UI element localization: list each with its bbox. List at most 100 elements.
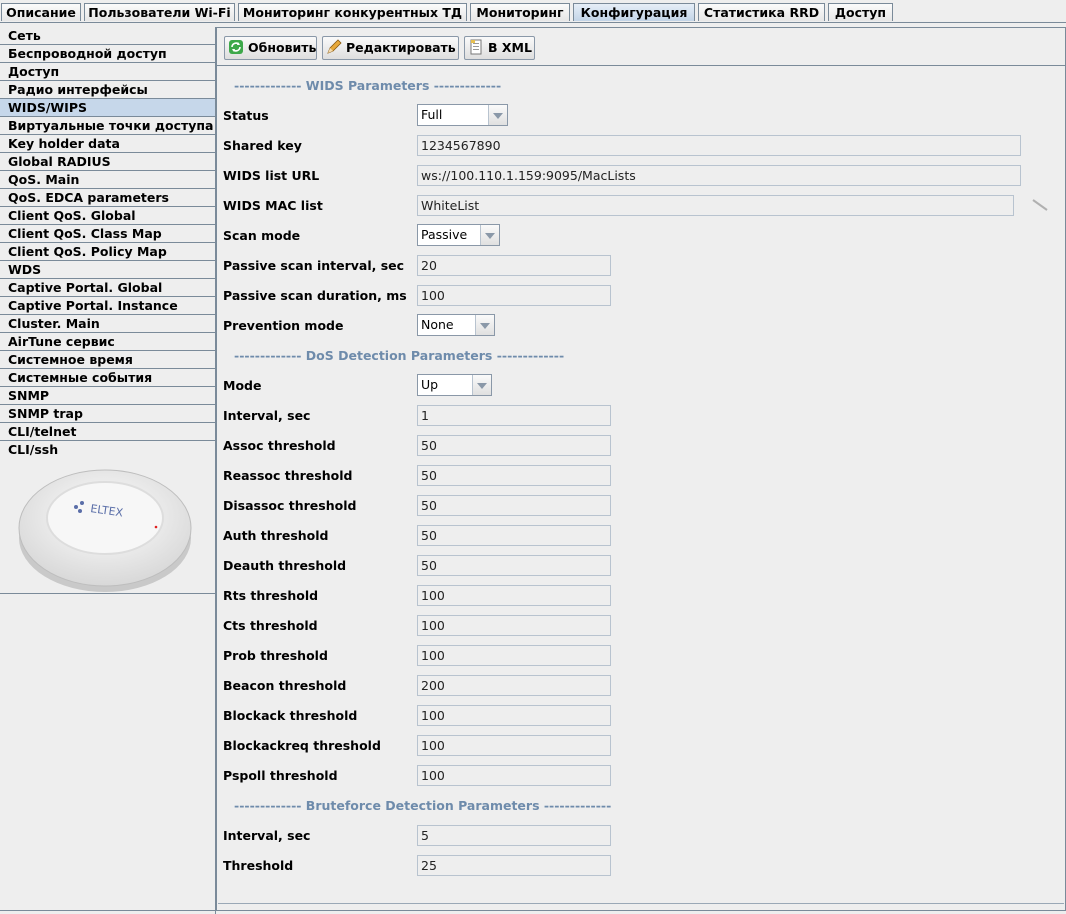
- disassoc-threshold-field[interactable]: 50: [417, 495, 611, 516]
- wids-list-url-field[interactable]: ws://100.110.1.159:9095/MacLists: [417, 165, 1021, 186]
- sidebar-item-client-qos-class-map[interactable]: Client QoS. Class Map: [0, 225, 215, 243]
- blockack-threshold-field[interactable]: 100: [417, 705, 611, 726]
- passive-scan-interval-field[interactable]: 20: [417, 255, 611, 276]
- sidebar-item-radio-interfaces[interactable]: Радио интерфейсы: [0, 81, 215, 99]
- status-select-value: Full: [421, 107, 443, 122]
- shared-key-label: Shared key: [223, 138, 302, 153]
- pspoll-threshold-label: Pspoll threshold: [223, 768, 338, 783]
- auth-threshold-label: Auth threshold: [223, 528, 329, 543]
- sidebar-item-cli-ssh[interactable]: CLI/ssh: [0, 441, 215, 459]
- prevention-mode-select[interactable]: None: [417, 314, 495, 336]
- sidebar-item-cli-telnet[interactable]: CLI/telnet: [0, 423, 215, 441]
- edit-button-label: Редактировать: [346, 40, 456, 55]
- tab-rrd-statistics[interactable]: Статистика RRD: [698, 3, 825, 21]
- chevron-down-icon[interactable]: [472, 375, 491, 395]
- sidebar-item-wids-wips[interactable]: WIDS/WIPS: [0, 99, 215, 117]
- sidebar-item-client-qos-policy-map[interactable]: Client QoS. Policy Map: [0, 243, 215, 261]
- export-xml-button[interactable]: В XML: [464, 36, 535, 60]
- pencil-icon: [327, 39, 342, 54]
- passive-scan-duration-label: Passive scan duration, ms: [223, 288, 407, 303]
- prob-threshold-field[interactable]: 100: [417, 645, 611, 666]
- sidebar-item-system-time[interactable]: Системное время: [0, 351, 215, 369]
- section-dos-detection: ------------- DoS Detection Parameters -…: [234, 348, 565, 363]
- dos-mode-select[interactable]: Up: [417, 374, 492, 396]
- toolbar-divider: [217, 65, 1065, 66]
- sidebar-item-wireless-access[interactable]: Беспроводной доступ: [0, 45, 215, 63]
- sidebar-item-airtune[interactable]: AirTune сервис: [0, 333, 215, 351]
- dos-mode-select-value: Up: [421, 377, 439, 392]
- prevention-mode-select-value: None: [421, 317, 454, 332]
- window-bottom-border: [0, 910, 1066, 911]
- sidebar-divider: [0, 593, 215, 594]
- dos-mode-label: Mode: [223, 378, 262, 393]
- sidebar-item-snmp-trap[interactable]: SNMP trap: [0, 405, 215, 423]
- sidebar-item-wds[interactable]: WDS: [0, 261, 215, 279]
- sidebar-item-virtual-ap[interactable]: Виртуальные точки доступа: [0, 117, 215, 135]
- edit-mac-list-icon[interactable]: [1031, 198, 1049, 212]
- main-panel: Обновить Редактировать В XML -----------…: [216, 27, 1066, 911]
- cts-threshold-field[interactable]: 100: [417, 615, 611, 636]
- tab-description[interactable]: Описание: [1, 3, 81, 21]
- rts-threshold-field[interactable]: 100: [417, 585, 611, 606]
- section-bruteforce-detection: ------------- Bruteforce Detection Param…: [234, 798, 612, 813]
- scan-mode-label: Scan mode: [223, 228, 301, 243]
- status-label: Status: [223, 108, 269, 123]
- assoc-threshold-field[interactable]: 50: [417, 435, 611, 456]
- document-icon: [470, 39, 482, 55]
- scan-mode-select[interactable]: Passive: [417, 224, 500, 246]
- reassoc-threshold-label: Reassoc threshold: [223, 468, 353, 483]
- chevron-down-icon[interactable]: [480, 225, 499, 245]
- wids-mac-list-field[interactable]: WhiteList: [417, 195, 1014, 216]
- wids-form: ------------- WIDS Parameters ----------…: [218, 68, 1064, 904]
- sidebar-item-access[interactable]: Доступ: [0, 63, 215, 81]
- dos-interval-label: Interval, sec: [223, 408, 311, 423]
- bruteforce-threshold-field[interactable]: 25: [417, 855, 611, 876]
- prob-threshold-label: Prob threshold: [223, 648, 328, 663]
- sidebar-item-network[interactable]: Сеть: [0, 27, 215, 45]
- sidebar-item-cluster-main[interactable]: Cluster. Main: [0, 315, 215, 333]
- auth-threshold-field[interactable]: 50: [417, 525, 611, 546]
- sidebar-item-captive-portal-global[interactable]: Captive Portal. Global: [0, 279, 215, 297]
- sidebar-item-captive-portal-instance[interactable]: Captive Portal. Instance: [0, 297, 215, 315]
- reassoc-threshold-field[interactable]: 50: [417, 465, 611, 486]
- chevron-down-icon[interactable]: [475, 315, 494, 335]
- bruteforce-threshold-label: Threshold: [223, 858, 294, 873]
- blockack-threshold-label: Blockack threshold: [223, 708, 358, 723]
- tab-wifi-users[interactable]: Пользователи Wi-Fi: [84, 3, 235, 21]
- passive-scan-duration-field[interactable]: 100: [417, 285, 611, 306]
- chevron-down-icon[interactable]: [488, 105, 507, 125]
- sidebar-item-snmp[interactable]: SNMP: [0, 387, 215, 405]
- tab-competitor-ap-monitoring[interactable]: Мониторинг конкурентных ТД: [238, 3, 467, 21]
- passive-scan-interval-label: Passive scan interval, sec: [223, 258, 405, 273]
- wids-mac-list-label: WIDS MAC list: [223, 198, 323, 213]
- pspoll-threshold-field[interactable]: 100: [417, 765, 611, 786]
- blockackreq-threshold-field[interactable]: 100: [417, 735, 611, 756]
- deauth-threshold-label: Deauth threshold: [223, 558, 347, 573]
- dos-interval-field[interactable]: 1: [417, 405, 611, 426]
- sidebar-item-client-qos-global[interactable]: Client QoS. Global: [0, 207, 215, 225]
- export-xml-button-label: В XML: [488, 40, 532, 55]
- sidebar-item-system-events[interactable]: Системные события: [0, 369, 215, 387]
- refresh-button[interactable]: Обновить: [224, 36, 317, 60]
- scan-mode-select-value: Passive: [421, 227, 468, 242]
- shared-key-field[interactable]: 1234567890: [417, 135, 1021, 156]
- tab-access[interactable]: Доступ: [828, 3, 893, 21]
- sidebar-item-key-holder-data[interactable]: Key holder data: [0, 135, 215, 153]
- tab-configuration[interactable]: Конфигурация: [573, 3, 695, 21]
- tab-monitoring[interactable]: Мониторинг: [470, 3, 570, 21]
- section-wids-parameters: ------------- WIDS Parameters ----------…: [234, 78, 502, 93]
- top-tab-bar: Описание Пользователи Wi-Fi Мониторинг к…: [0, 0, 1066, 23]
- beacon-threshold-field[interactable]: 200: [417, 675, 611, 696]
- edit-button[interactable]: Редактировать: [322, 36, 459, 60]
- access-point-device-image: ELTEX: [18, 469, 192, 592]
- assoc-threshold-label: Assoc threshold: [223, 438, 336, 453]
- rts-threshold-label: Rts threshold: [223, 588, 319, 603]
- sidebar-item-qos-edca[interactable]: QoS. EDCA parameters: [0, 189, 215, 207]
- deauth-threshold-field[interactable]: 50: [417, 555, 611, 576]
- sidebar-item-qos-main[interactable]: QoS. Main: [0, 171, 215, 189]
- status-select[interactable]: Full: [417, 104, 508, 126]
- bruteforce-interval-field[interactable]: 5: [417, 825, 611, 846]
- sidebar-item-global-radius[interactable]: Global RADIUS: [0, 153, 215, 171]
- status-led-icon: [154, 525, 158, 529]
- refresh-button-label: Обновить: [248, 40, 317, 55]
